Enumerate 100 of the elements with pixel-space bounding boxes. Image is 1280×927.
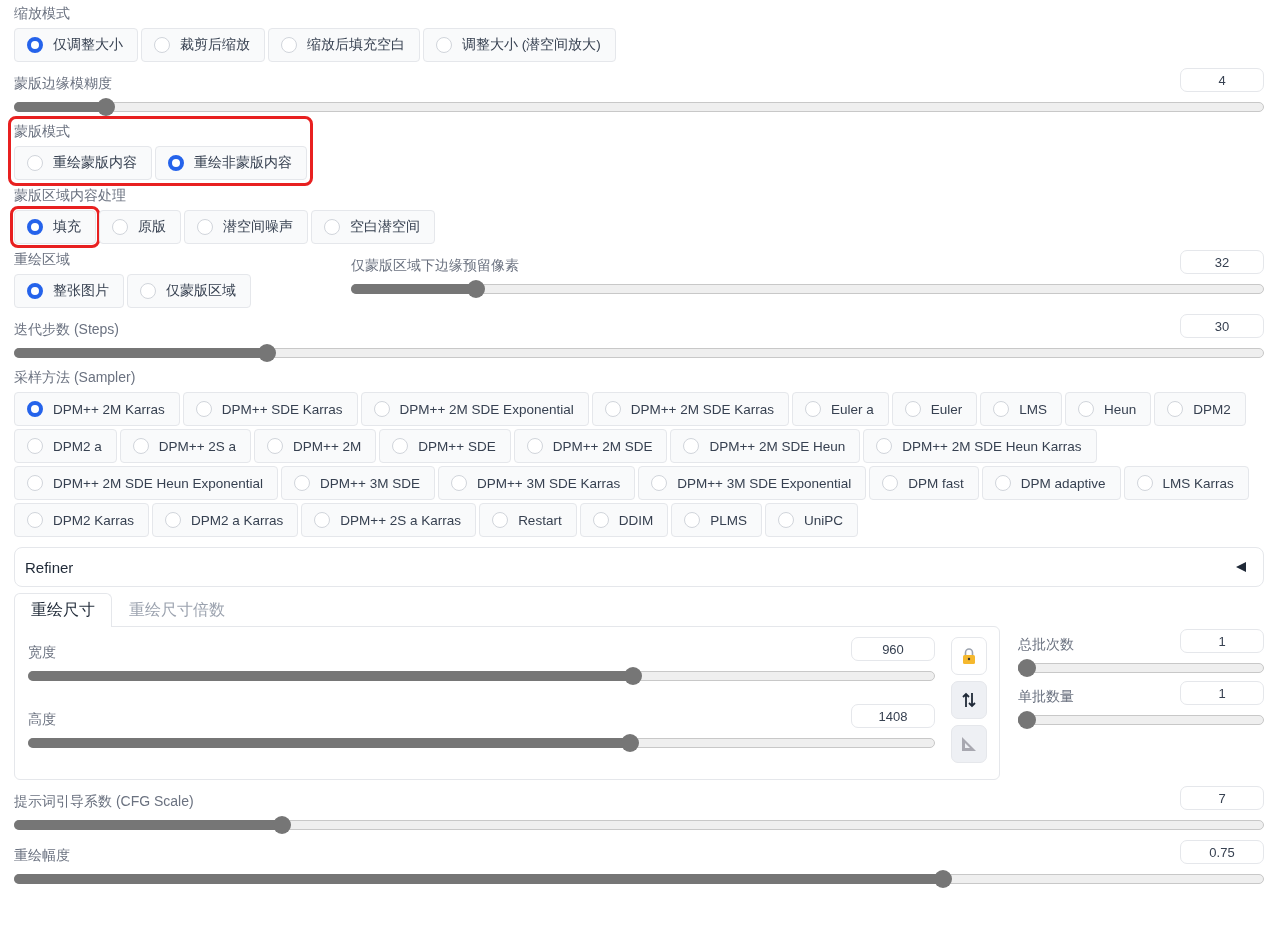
radio-option[interactable]: DPM++ 2M SDE Heun Exponential xyxy=(14,466,279,500)
field-label: 宽度 xyxy=(28,643,56,661)
radio-option[interactable]: DPM++ 3M SDE Exponential xyxy=(638,466,867,500)
slider-thumb[interactable] xyxy=(620,734,639,752)
field-label: 缩放模式 xyxy=(14,4,71,22)
radio-option[interactable]: DPM2 Karras xyxy=(14,503,150,537)
radio-icon xyxy=(592,512,609,528)
radio-option[interactable]: DDIM xyxy=(579,503,669,537)
field-label: 总批次数 xyxy=(1018,635,1074,653)
radio-option[interactable]: DPM++ SDE xyxy=(379,429,511,463)
number-field[interactable]: 0.75 xyxy=(1180,840,1264,864)
radio-option[interactable]: DPM++ 3M SDE Karras xyxy=(437,466,636,500)
slider-thumb[interactable] xyxy=(96,98,115,116)
number-field[interactable]: 32 xyxy=(1180,250,1264,274)
radio-option[interactable]: 重绘非蒙版内容 xyxy=(155,146,307,180)
radio-option[interactable]: DPM2 xyxy=(1154,392,1246,426)
slider-track[interactable] xyxy=(28,667,935,685)
radio-option[interactable]: 重绘蒙版内容 xyxy=(14,146,152,180)
swap-button[interactable] xyxy=(951,681,987,719)
radio-option[interactable]: Heun xyxy=(1065,392,1152,426)
slider-thumb[interactable] xyxy=(272,816,291,834)
radio-icon xyxy=(526,438,543,454)
radio-icon xyxy=(684,512,701,528)
radio-icon xyxy=(165,512,182,528)
radio-icon xyxy=(1078,401,1095,417)
radio-option[interactable]: DPM++ 2S a Karras xyxy=(301,503,477,537)
radio-option[interactable]: 空白潜空间 xyxy=(311,210,435,244)
radio-option[interactable]: 缩放后填充空白 xyxy=(268,28,420,62)
slider-thumb[interactable] xyxy=(1018,711,1036,729)
radio-option[interactable]: 裁剪后缩放 xyxy=(141,28,265,62)
radio-icon xyxy=(436,37,452,53)
field-label: 单批数量 xyxy=(1018,687,1074,705)
slider-track[interactable] xyxy=(1018,659,1264,677)
radio-option[interactable]: LMS xyxy=(980,392,1063,426)
radio-icon xyxy=(27,438,43,454)
slider-track[interactable] xyxy=(14,98,1264,116)
slider-track[interactable] xyxy=(14,344,1264,362)
radio-option[interactable]: Restart xyxy=(479,503,577,537)
aspect-button[interactable] xyxy=(951,725,987,763)
radio-option[interactable]: DPM++ 2M SDE xyxy=(513,429,668,463)
radio-icon xyxy=(805,401,821,417)
number-field[interactable]: 4 xyxy=(1180,68,1264,92)
slider-track[interactable] xyxy=(351,280,1264,298)
radio-option[interactable]: UniPC xyxy=(764,503,858,537)
slider-thumb[interactable] xyxy=(1018,659,1036,677)
field-label: 重绘区域 xyxy=(14,250,71,268)
radio-option[interactable]: DPM++ 2M SDE Heun xyxy=(670,429,861,463)
field-label: 高度 xyxy=(28,710,56,728)
radio-option[interactable]: 潜空间噪声 xyxy=(184,210,308,244)
radio-icon xyxy=(112,219,128,235)
radio-option[interactable]: 原版 xyxy=(99,210,181,244)
radio-option[interactable]: 整张图片 xyxy=(14,274,124,308)
radio-icon xyxy=(683,438,700,454)
radio-option[interactable]: DPM++ 3M SDE xyxy=(281,466,435,500)
number-field[interactable]: 7 xyxy=(1180,786,1264,810)
radio-icon xyxy=(27,283,43,299)
radio-icon xyxy=(882,475,899,491)
tab[interactable]: 重绘尺寸 xyxy=(14,593,112,627)
radio-option[interactable]: DPM++ 2S a xyxy=(119,429,252,463)
caret-icon xyxy=(1235,561,1247,573)
radio-icon xyxy=(324,219,340,235)
slider-thumb[interactable] xyxy=(623,667,642,685)
radio-option[interactable]: DPM++ 2M xyxy=(254,429,377,463)
radio-icon xyxy=(604,401,621,417)
radio-option[interactable]: DPM++ 2M SDE Karras xyxy=(591,392,789,426)
radio-option[interactable]: Euler a xyxy=(792,392,889,426)
number-field[interactable]: 30 xyxy=(1180,314,1264,338)
radio-option[interactable]: Euler xyxy=(891,392,978,426)
field-label: 蒙版模式 xyxy=(14,122,71,140)
radio-option[interactable]: DPM adaptive xyxy=(981,466,1121,500)
radio-icon xyxy=(1136,475,1153,491)
radio-option[interactable]: DPM++ 2M Karras xyxy=(14,392,180,426)
number-field[interactable]: 1 xyxy=(1180,629,1264,653)
slider-track[interactable] xyxy=(28,734,935,752)
radio-icon xyxy=(27,37,43,53)
radio-option[interactable]: 调整大小 (潜空间放大) xyxy=(423,28,616,62)
slider-track[interactable] xyxy=(14,870,1264,888)
radio-option[interactable]: DPM++ SDE Karras xyxy=(182,392,358,426)
slider-thumb[interactable] xyxy=(467,280,486,298)
slider-thumb[interactable] xyxy=(934,870,953,888)
slider-track[interactable] xyxy=(1018,711,1264,729)
radio-option[interactable]: PLMS xyxy=(671,503,762,537)
field-label: 重绘幅度 xyxy=(14,846,70,864)
number-field[interactable]: 960 xyxy=(851,637,935,661)
radio-option[interactable]: DPM fast xyxy=(869,466,979,500)
radio-option[interactable]: DPM++ 2M SDE Exponential xyxy=(360,392,589,426)
radio-option[interactable]: DPM2 a Karras xyxy=(152,503,299,537)
field-label: 蒙版区域内容处理 xyxy=(14,186,127,204)
refiner-accordion[interactable]: Refiner xyxy=(14,547,1264,587)
number-field[interactable]: 1 xyxy=(1180,681,1264,705)
radio-option[interactable]: 仅蒙版区域 xyxy=(127,274,251,308)
radio-option[interactable]: 仅调整大小 xyxy=(14,28,138,62)
radio-icon xyxy=(27,475,43,491)
slider-thumb[interactable] xyxy=(257,344,276,362)
radio-option[interactable]: DPM++ 2M SDE Heun Karras xyxy=(863,429,1097,463)
radio-option[interactable]: DPM2 a xyxy=(14,429,117,463)
number-field[interactable]: 1408 xyxy=(851,704,935,728)
radio-icon xyxy=(1167,401,1184,417)
radio-option[interactable]: LMS Karras xyxy=(1123,466,1249,500)
slider-track[interactable] xyxy=(14,816,1264,834)
